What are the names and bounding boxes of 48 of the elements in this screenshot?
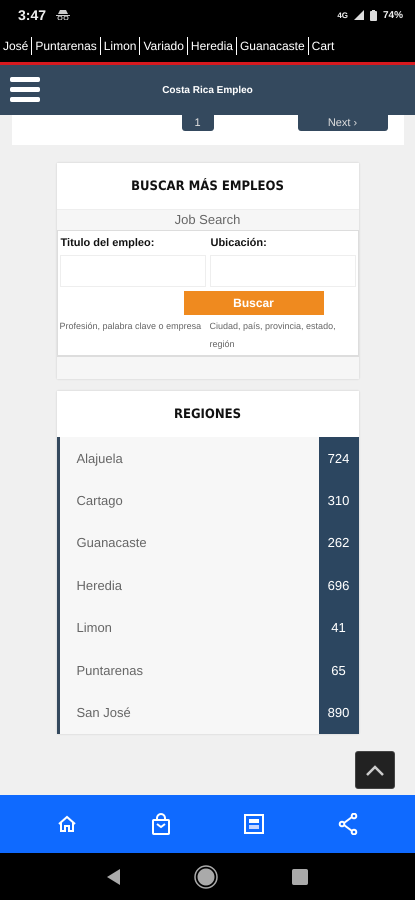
card-title: REGIONES <box>172 406 242 424</box>
shopping-bag-icon[interactable] <box>150 813 171 835</box>
job-count: 41 <box>318 606 358 649</box>
incognito-icon <box>56 10 70 20</box>
menu-icon[interactable] <box>10 77 40 103</box>
recents-icon[interactable] <box>292 868 308 884</box>
region-link[interactable]: Limon <box>60 620 318 636</box>
region-link[interactable]: Puntarenas <box>32 39 100 53</box>
form-subtitle: Job Search <box>56 209 358 230</box>
region-link[interactable]: Cartago <box>60 493 318 508</box>
region-link[interactable]: Limon <box>100 39 140 53</box>
region-link[interactable]: Puntarenas <box>60 662 318 678</box>
app-title: Costa Rica Empleo <box>162 84 253 96</box>
scroll-top-button[interactable] <box>355 751 395 789</box>
job-count: 310 <box>318 479 358 522</box>
region-link[interactable]: Variado <box>140 39 187 53</box>
clock-text: 3:47 <box>18 7 46 23</box>
page-button[interactable]: 1 <box>182 115 214 131</box>
home-icon[interactable] <box>56 814 77 834</box>
chevron-up-icon <box>365 764 385 776</box>
card-title: BUSCAR MÁS EMPLEOS <box>130 177 285 196</box>
job-count: 696 <box>318 564 358 607</box>
field-label: Ubicación: <box>210 236 268 251</box>
region-link[interactable]: Guanacaste <box>60 535 318 550</box>
share-icon[interactable] <box>338 813 358 835</box>
job-count: 890 <box>318 691 358 734</box>
field-label: Titulo del empleo: <box>60 236 156 251</box>
field-hint: Ciudad, país, provincia, estado, región <box>210 320 337 351</box>
region-link[interactable]: Cart <box>308 39 338 53</box>
signal-icon <box>354 10 364 20</box>
region-link[interactable]: San José <box>60 705 318 720</box>
battery-text: 74% <box>382 10 403 20</box>
back-icon[interactable] <box>106 868 121 884</box>
network-text: 4G <box>337 10 348 20</box>
page-icon[interactable] <box>244 814 264 834</box>
home-button-icon[interactable] <box>194 864 218 888</box>
job-count: 65 <box>318 648 358 692</box>
region-link[interactable]: Alajuela <box>60 450 318 466</box>
region-link[interactable]: Heredia <box>60 578 318 593</box>
region-link[interactable]: José <box>0 39 32 53</box>
region-link[interactable]: Guanacaste <box>236 39 308 53</box>
battery-icon <box>370 10 377 20</box>
job-count: 724 <box>318 437 358 480</box>
field-hint: Profesión, palabra clave o empresa <box>60 320 202 333</box>
input-field[interactable] <box>60 255 206 287</box>
next-button[interactable]: Next › <box>298 115 388 131</box>
job-count: 262 <box>318 522 358 564</box>
region-link[interactable]: Heredia <box>188 39 236 53</box>
